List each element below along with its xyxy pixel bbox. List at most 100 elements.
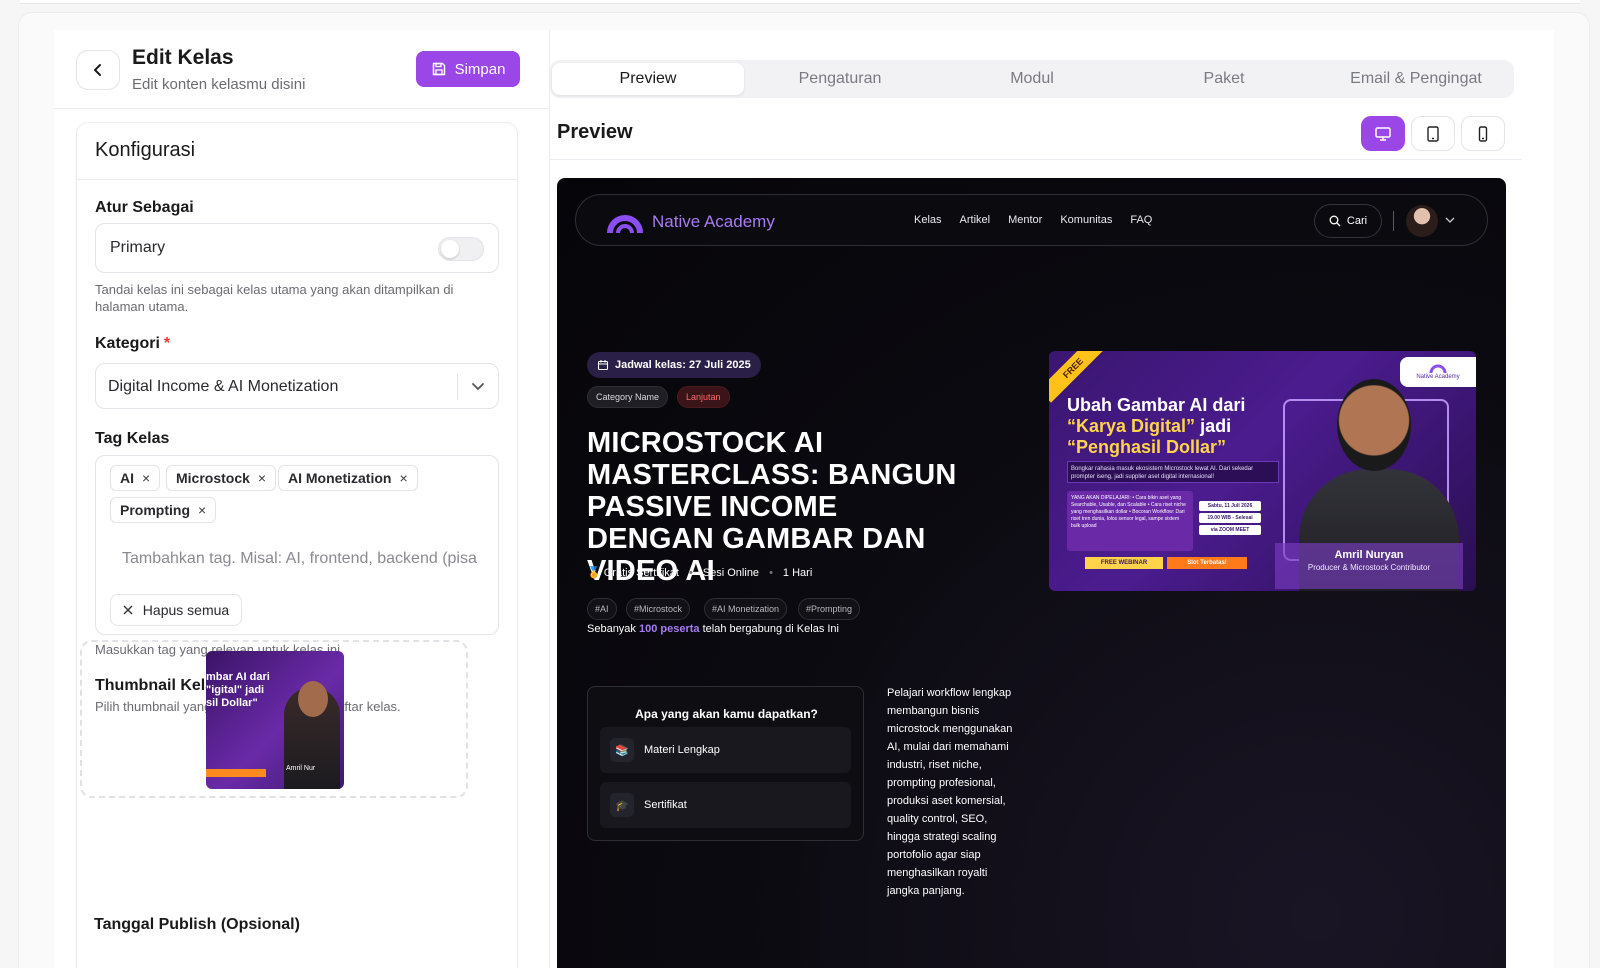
category-select[interactable]: Digital Income & AI Monetization	[95, 363, 499, 409]
banner-logo: Native Academy	[1400, 357, 1476, 387]
nav-link-artikel[interactable]: Artikel	[960, 214, 991, 226]
primary-help: Tandai kelas ini sebagai kelas utama yan…	[95, 282, 454, 314]
save-button[interactable]: Simpan	[416, 51, 520, 87]
thumbnail-image[interactable]: mbar AI dari "igital" jadi sil Dollar" A…	[206, 651, 344, 789]
banner-cta-slot: Slot Terbatas!	[1167, 557, 1247, 569]
benefits-card: Apa yang akan kamu dapatkan? 📚 Materi Le…	[587, 686, 864, 841]
close-icon[interactable]: ×	[142, 470, 150, 486]
tag-input[interactable]: Tambahkan tag. Misal: AI, frontend, back…	[122, 550, 482, 568]
page-subtitle: Edit konten kelasmu disini	[132, 76, 306, 93]
schedule-text: Jadwal kelas: 27 Juli 2025	[615, 359, 751, 371]
toggle-knob	[441, 240, 459, 258]
tag-chip: AI ×	[110, 465, 161, 491]
participants-text: Sebanyak 100 peserta telah bergabung di …	[587, 623, 839, 635]
site-search-button[interactable]: Cari	[1314, 204, 1382, 238]
banner-logo-text: Native Academy	[1416, 374, 1460, 380]
back-button[interactable]	[76, 50, 120, 90]
meta-certificate: 🏅 Gratis Sertifikat	[587, 567, 679, 579]
clear-tags-label: Hapus semua	[142, 602, 230, 618]
banner-cta-webinar: FREE WEBINAR	[1085, 557, 1163, 569]
thumbnail-dropzone[interactable]: mbar AI dari "igital" jadi sil Dollar" A…	[80, 640, 468, 798]
avatar[interactable]	[1406, 205, 1438, 237]
primary-text: Primary	[110, 239, 166, 256]
tab-bar: Preview Pengaturan Modul Paket Email & P…	[550, 60, 1514, 98]
category-chip: Category Name	[587, 386, 669, 408]
nav-link-komunitas[interactable]: Komunitas	[1060, 214, 1112, 226]
nav-link-mentor[interactable]: Mentor	[1008, 214, 1042, 226]
mobile-view-button[interactable]	[1461, 116, 1505, 151]
brand-logo-icon	[607, 215, 643, 234]
level-chip: Lanjutan	[677, 386, 730, 408]
tags-label: Tag Kelas	[95, 430, 170, 447]
meta-duration: 1 Hari	[782, 566, 813, 579]
page-title: Edit Kelas	[132, 46, 234, 69]
banner-headline-2b: jadi	[1200, 416, 1232, 436]
tag-chip: Microstock ×	[166, 465, 277, 491]
hashtag-chip: #Prompting	[798, 598, 861, 620]
books-icon: 📚	[610, 738, 634, 762]
primary-toggle-field: Primary	[95, 223, 499, 273]
tag-label: AI Monetization	[288, 470, 392, 486]
search-label: Cari	[1346, 215, 1368, 227]
banner-time: 19.00 WIB - Selesai	[1199, 513, 1261, 523]
tab-email-reminder[interactable]: Email & Pengingat	[1320, 63, 1512, 95]
banner-learn-box: YANG AKAN DIPELAJARI: • Cara bikin aset …	[1067, 491, 1193, 551]
nav-link-faq[interactable]: FAQ	[1130, 214, 1152, 226]
desktop-view-button[interactable]	[1361, 116, 1405, 151]
close-icon[interactable]: ×	[198, 502, 206, 518]
benefit-item: 🎓 Sertifikat	[600, 782, 851, 828]
thumbnail-face	[298, 681, 328, 717]
hashtag-chip: #AI	[587, 598, 617, 620]
banner-speaker-head	[1337, 379, 1411, 471]
tab-settings[interactable]: Pengaturan	[744, 63, 936, 95]
category-value: Digital Income & AI Monetization	[108, 378, 339, 395]
banner-headline: Ubah Gambar AI dari “Karya Digital” jadi…	[1067, 395, 1245, 458]
required-mark: *	[163, 335, 171, 352]
graduation-cap-icon: 🎓	[610, 793, 634, 817]
top-strip	[20, 0, 1580, 4]
schedule-pill: Jadwal kelas: 27 Juli 2025	[587, 352, 761, 378]
tablet-icon	[1427, 125, 1439, 142]
tab-packages[interactable]: Paket	[1128, 63, 1320, 95]
tablet-view-button[interactable]	[1411, 116, 1455, 151]
brand-name: Native Academy	[652, 212, 775, 231]
publish-label: Tanggal Publish (Opsional)	[94, 916, 300, 933]
nav-link-kelas[interactable]: Kelas	[914, 214, 942, 226]
tag-label: Microstock	[176, 470, 250, 486]
banner-date: Sabtu, 11 Juli 2026	[1199, 501, 1261, 511]
site-nav-links: Kelas Artikel Mentor Komunitas FAQ	[914, 214, 1152, 226]
save-icon	[432, 62, 445, 76]
join-suffix: telah bergabung di Kelas Ini	[702, 623, 839, 635]
edit-panel: Edit Kelas Edit konten kelasmu disini Si…	[54, 30, 550, 968]
hashtag-chip: #AI Monetization	[704, 598, 788, 620]
course-meta: 🏅 Gratis Sertifikat • Sesi Online • 1 Ha…	[587, 566, 813, 580]
category-label-text: Kategori	[95, 335, 160, 352]
config-title: Konfigurasi	[95, 139, 196, 161]
preview-title: Preview	[557, 121, 633, 143]
tab-preview[interactable]: Preview	[552, 63, 744, 95]
tag-chip: AI Monetization ×	[278, 465, 418, 491]
site-navbar: Native Academy Kelas Artikel Mentor Komu…	[575, 194, 1488, 246]
banner-subtext: Bongkar rahasia masuk ekosistem Microsto…	[1067, 461, 1279, 483]
join-prefix: Sebanyak	[587, 623, 636, 635]
course-title: MICROSTOCK AI MASTERCLASS: BANGUN PASSIV…	[587, 427, 957, 587]
site-brand[interactable]: Native Academy	[606, 209, 775, 235]
tag-chip: Prompting ×	[110, 497, 217, 523]
banner-schedule: Sabtu, 11 Juli 2026 19.00 WIB - Selesai …	[1199, 501, 1261, 541]
close-icon[interactable]: ×	[399, 470, 407, 486]
banner-headline-3: “Penghasil Dollar”	[1067, 437, 1227, 457]
banner-platform: via ZOOM MEET	[1199, 525, 1261, 535]
close-icon[interactable]: ×	[258, 470, 266, 486]
tags-field: AI × Microstock × AI Monetization × Prompti…	[95, 455, 499, 635]
primary-toggle[interactable]	[438, 237, 484, 261]
brand-logo-icon	[1429, 364, 1447, 374]
speaker-name: Amril Nuryan	[1334, 549, 1404, 561]
tab-modules[interactable]: Modul	[936, 63, 1128, 95]
chevron-down-icon[interactable]	[1444, 214, 1456, 226]
select-separator	[457, 374, 458, 400]
close-icon	[123, 605, 133, 615]
site-preview: Native Academy Kelas Artikel Mentor Komu…	[557, 178, 1506, 968]
clear-tags-button[interactable]: Hapus semua	[110, 594, 242, 626]
chevron-left-icon	[94, 64, 101, 76]
tag-label: AI	[120, 470, 134, 486]
